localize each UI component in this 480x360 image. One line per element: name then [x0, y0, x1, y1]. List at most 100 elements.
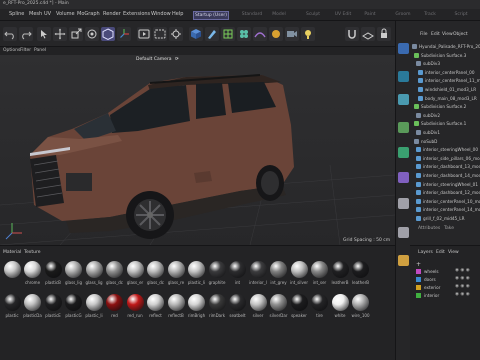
material-swatch[interactable]: glass_dc [146, 261, 166, 285]
layer-color-swatch[interactable] [416, 269, 421, 274]
material-tab[interactable]: Material [3, 250, 21, 256]
layer-visibility-icon[interactable]: ◉ ◉ ◉ [455, 292, 470, 298]
material-swatch[interactable]: rimDark [207, 294, 227, 318]
material-swatch[interactable]: plasticDa [23, 294, 43, 318]
material-swatch[interactable]: glass_lig [64, 261, 84, 285]
menu-extensions[interactable]: Extensions [123, 12, 150, 17]
material-swatch[interactable]: glass_re [166, 261, 186, 285]
material-swatch[interactable]: wire_100 [351, 294, 371, 318]
material-swatch[interactable]: red [105, 294, 125, 318]
deformer-icon[interactable] [398, 172, 409, 183]
spline-icon[interactable] [398, 71, 409, 82]
model-mode-icon[interactable] [101, 27, 115, 41]
menu-render[interactable]: Render [103, 12, 121, 17]
object-row[interactable]: interior_centerPanel_11_mod [410, 77, 480, 85]
camera-icon[interactable] [398, 227, 409, 238]
material-swatch[interactable]: silverDar [269, 294, 289, 318]
object-row[interactable]: Hyundai_Palisade_RFT-Pro_2025 [410, 43, 480, 51]
obj-menu-view[interactable]: View [442, 32, 453, 38]
menu-help[interactable]: Help [172, 12, 183, 17]
material-swatch[interactable]: graphite [207, 261, 227, 285]
object-row[interactable]: interior_dashboard_12_mod [410, 189, 480, 197]
material-swatch[interactable]: chrome [23, 261, 43, 285]
undo-icon[interactable] [3, 27, 17, 41]
move-icon[interactable] [53, 27, 67, 41]
layout-tab-track[interactable]: Track [420, 11, 440, 20]
layout-tab-uv-edit[interactable]: UV Edit [331, 11, 355, 20]
snap-icon[interactable] [345, 27, 359, 41]
3d-viewport[interactable]: Default Camera ⟳ Grid Spacing: 50 cm [0, 55, 395, 245]
layout-tab-startup[interactable]: Startup (User) [193, 11, 229, 20]
render-settings-icon[interactable] [169, 27, 183, 41]
render-view-icon[interactable] [137, 27, 151, 41]
material-swatch[interactable]: glass_dc [105, 261, 125, 285]
environment-icon[interactable] [269, 27, 283, 41]
axis-icon[interactable] [117, 27, 131, 41]
menu-mesh[interactable]: Mesh [29, 12, 42, 17]
material-swatch[interactable]: plastic_li [84, 294, 104, 318]
material-swatch[interactable]: plastic_li [187, 261, 207, 285]
mograph-icon[interactable] [398, 147, 409, 158]
menu-window[interactable]: Window [151, 12, 171, 17]
layer-color-swatch[interactable] [416, 277, 421, 282]
workplane-icon[interactable] [361, 27, 375, 41]
layer-visibility-icon[interactable]: ◉ ◉ ◉ [455, 284, 470, 290]
object-row[interactable]: Subdivision Surface.1 [410, 120, 480, 128]
object-row[interactable]: interior_centerPanel_14_mod [410, 206, 480, 214]
material-swatch[interactable]: rimBrigh [187, 294, 207, 318]
take-tab[interactable]: Take [444, 226, 454, 232]
layout-tab-groom[interactable]: Groom [392, 11, 414, 20]
layer-row[interactable]: doors ◉ ◉ ◉ [410, 276, 480, 284]
layer-menu-layers[interactable]: Layers [418, 250, 433, 256]
object-row[interactable]: Subdivision Surface.2 [410, 103, 480, 111]
obj-menu-object[interactable]: Object [453, 32, 468, 38]
object-row[interactable]: interior_side_pillars_06_mod [410, 155, 480, 163]
object-row[interactable]: interior_steeringWheel_00 [410, 146, 480, 154]
object-row[interactable]: subDiv2 [410, 112, 480, 120]
obj-menu-edit[interactable]: Edit [431, 32, 440, 38]
rotate-icon[interactable] [85, 27, 99, 41]
material-swatch[interactable]: int_silver [289, 261, 309, 285]
material-swatch[interactable]: leatherB [351, 261, 371, 285]
layout-tab-model[interactable]: Model [268, 11, 290, 20]
layer-row[interactable]: exterior ◉ ◉ ◉ [410, 284, 480, 292]
material-swatch[interactable]: glass_lig [84, 261, 104, 285]
material-swatch[interactable]: glass_er [125, 261, 145, 285]
object-row[interactable]: subDiv3 [410, 60, 480, 68]
layer-menu-edit[interactable]: Edit [436, 250, 445, 256]
viewport-menu-panel[interactable]: Panel [34, 48, 46, 54]
object-row[interactable]: body_main_08_mod3_LR [410, 95, 480, 103]
layer-row[interactable]: wheels ◉ ◉ ◉ [410, 268, 480, 276]
material-swatch[interactable]: silver [248, 294, 268, 318]
material-swatch[interactable]: plasticB [43, 261, 63, 285]
material-swatch[interactable]: int_ser [310, 261, 330, 285]
object-row[interactable]: interior_dashboard_14_mod [410, 172, 480, 180]
generator-icon[interactable] [398, 122, 409, 133]
object-row[interactable]: subDiv1 [410, 129, 480, 137]
scene-icon[interactable] [398, 198, 409, 209]
obj-menu-file[interactable]: File [420, 32, 428, 38]
pen-icon[interactable] [205, 27, 219, 41]
material-swatch[interactable]: leatherB [330, 261, 350, 285]
layout-tab-script[interactable]: Script [450, 11, 472, 20]
layer-visibility-icon[interactable]: ◉ ◉ ◉ [455, 276, 470, 282]
lock-icon[interactable] [377, 27, 391, 41]
layer-menu-view[interactable]: View [448, 250, 459, 256]
menu-volume[interactable]: Volume [56, 12, 75, 17]
material-swatch[interactable]: int [228, 261, 248, 285]
material-swatch[interactable]: red_run [125, 294, 145, 318]
menu-mograph[interactable]: MoGraph [77, 12, 100, 17]
material-swatch[interactable]: tire [310, 294, 330, 318]
viewport-menu-filter[interactable]: Filter [20, 48, 31, 54]
object-row[interactable]: grill_f_02_mid45_LR [410, 215, 480, 223]
deformer-icon[interactable] [253, 27, 267, 41]
render-region-icon[interactable] [153, 27, 167, 41]
object-row[interactable]: noSubD [410, 138, 480, 146]
object-row[interactable]: interior_centerPanel_00 [410, 69, 480, 77]
texture-tab[interactable]: Texture [24, 250, 40, 256]
material-swatch[interactable]: seatbelt [228, 294, 248, 318]
light-icon[interactable] [398, 255, 409, 266]
cube-icon[interactable] [189, 27, 203, 41]
layout-tab-sculpt[interactable]: Sculpt [302, 11, 324, 20]
material-swatch[interactable]: reflect [146, 294, 166, 318]
